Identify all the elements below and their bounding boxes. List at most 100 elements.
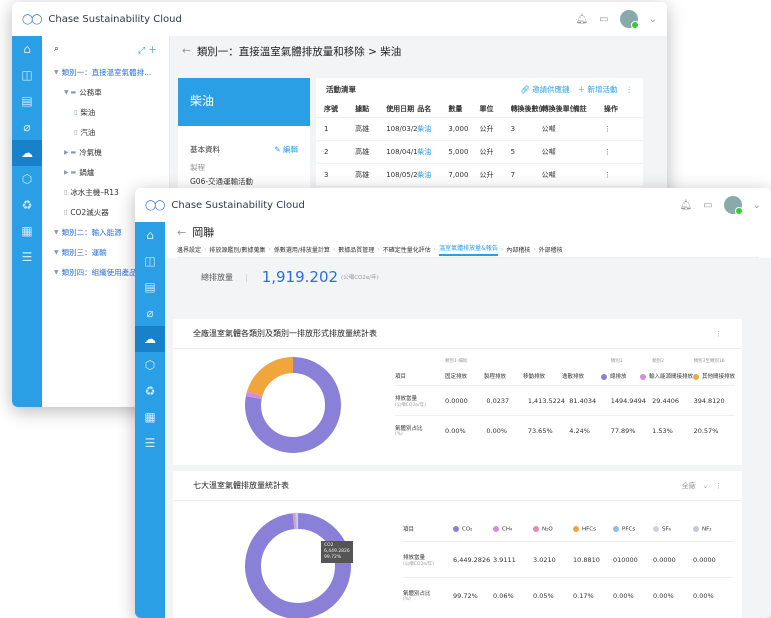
- legend-dot: [533, 525, 539, 532]
- chat-icon[interactable]: ▭: [599, 14, 608, 25]
- step-tab[interactable]: 溫室氣體排放量&報告: [439, 243, 498, 256]
- avatar[interactable]: [723, 196, 743, 215]
- step-tab[interactable]: 邊界設定: [177, 245, 201, 254]
- home-icon[interactable]: ⌂: [135, 222, 165, 248]
- avatar[interactable]: [619, 10, 639, 29]
- group-label: 類別2: [652, 359, 665, 364]
- search-icon[interactable]: ⌕: [54, 44, 59, 54]
- scope-select[interactable]: 全廠 ⌄ ⋮: [682, 481, 722, 491]
- home-icon[interactable]: ⌂: [12, 36, 42, 62]
- invite-button[interactable]: 🔗︎ 邀請供應鏈: [520, 84, 569, 95]
- sliders-icon[interactable]: ☰: [12, 244, 42, 270]
- header-text: 項目: [395, 374, 407, 380]
- step-separator: ›: [377, 246, 380, 253]
- table-cell: 公噸: [541, 171, 556, 179]
- logo-icon: ◯◯: [145, 199, 165, 211]
- donut-slice[interactable]: [245, 513, 351, 618]
- donut-tooltip: CO2 6,449.2826 99.72%: [321, 541, 353, 563]
- table-cell: 3.0210: [533, 555, 556, 564]
- table-cell[interactable]: 柴油: [417, 124, 448, 134]
- leaf-icon[interactable]: ⌀: [12, 114, 42, 140]
- chevron-down-icon[interactable]: ⌄: [649, 14, 657, 25]
- tree-node-icon: ▯: [64, 208, 68, 216]
- column-header: 數量: [448, 104, 463, 113]
- column-header: 固定排放: [445, 372, 484, 380]
- tree-item[interactable]: ▶ ▬ 鍋爐: [42, 162, 169, 182]
- clipboard-icon[interactable]: ▦: [135, 404, 165, 430]
- legend-dot: [493, 525, 499, 532]
- step-tab[interactable]: 不確定性量化評估: [383, 245, 431, 254]
- sliders-icon[interactable]: ☰: [135, 430, 165, 456]
- column-header: 據點: [355, 104, 370, 113]
- category-stats-card: 全廠溫室氣體各類別及類別一排放形式排放量統計表 ⋮ 類別1-細則 類別1 類別2 類別3…: [173, 319, 742, 465]
- tree-item[interactable]: ▼ ▬ 公務車: [42, 82, 169, 102]
- row-label: 氣體別占比 (%): [403, 589, 453, 602]
- bell-icon[interactable]: 🔔︎: [575, 14, 588, 25]
- table-cell[interactable]: 柴油: [417, 147, 448, 157]
- step-separator: ›: [204, 246, 207, 253]
- legend-dot: [692, 373, 699, 380]
- more-icon[interactable]: ⋮: [715, 330, 722, 338]
- step-separator: ›: [500, 246, 504, 253]
- header-text: CH₄: [502, 526, 513, 533]
- table-cell[interactable]: ⋮: [604, 148, 635, 156]
- doc-icon[interactable]: ▤: [12, 88, 42, 114]
- tree-item[interactable]: ▶ ▬ 冷氣機: [42, 142, 169, 162]
- edit-label: 編輯: [283, 144, 298, 154]
- table-cell: 20.57%: [693, 426, 719, 435]
- page-title: 類別一：直接溫室氣體排放量和移除 > 柴油: [196, 45, 402, 58]
- table-row[interactable]: 2 高雄 108/04/11柴油5,000 公升 5 公噸 ⋮: [316, 141, 643, 164]
- tree-node-icon: ▼: [54, 248, 59, 256]
- total-emission: 總排放量 | 1,919.202 (公噸CO2e/年): [201, 268, 379, 286]
- layers-icon[interactable]: ◫: [135, 248, 165, 274]
- step-tab[interactable]: 數據品質管理: [338, 245, 374, 254]
- step-tab[interactable]: 外部稽核: [539, 245, 563, 254]
- add-activity-button[interactable]: ＋ 新增活動: [578, 84, 618, 95]
- tree-node-icon: ▯: [64, 188, 68, 196]
- expand-add-icons[interactable]: ⤢ ＋: [138, 43, 157, 56]
- tree-node-icon: ▼: [54, 68, 59, 76]
- table-cell[interactable]: 柴油: [417, 170, 448, 180]
- cloud-icon[interactable]: ☁: [135, 326, 165, 352]
- table-cell[interactable]: ⋮: [604, 171, 635, 179]
- group-labels: 類別1-細則 類別1 類別2 類別3至類別16: [395, 355, 735, 367]
- table-cell: 4.24%: [569, 426, 590, 435]
- tree-item[interactable]: ▼ 類別一：直接溫室氣體排...: [42, 62, 169, 82]
- step-tab[interactable]: 內部稽核: [506, 245, 530, 254]
- recycle-icon[interactable]: ♻: [135, 378, 165, 404]
- gas-donut-chart: [245, 513, 351, 618]
- edit-button[interactable]: ✎ 編輯: [274, 144, 298, 155]
- table-row: 排放當量 (公噸CO2e/年) 6,449.2826 3.9111 3.0210 10.8…: [403, 541, 733, 577]
- back-arrow-icon[interactable]: ←: [177, 226, 186, 239]
- clipboard-icon[interactable]: ▦: [12, 218, 42, 244]
- recycle-icon[interactable]: ♻: [12, 192, 42, 218]
- total-label: 總排放量: [201, 272, 233, 282]
- table-row[interactable]: 1 高雄 108/03/23柴油3,000 公升 3 公噸 ⋮: [316, 118, 643, 141]
- layers-icon[interactable]: ◫: [12, 62, 42, 88]
- leaf-icon[interactable]: ⌀: [135, 300, 165, 326]
- tree-item[interactable]: ▯ 汽油: [42, 122, 169, 142]
- step-separator: ›: [533, 246, 536, 253]
- chat-icon[interactable]: ▭: [703, 200, 712, 211]
- table-cell: 公升: [479, 148, 494, 156]
- cube-icon[interactable]: ⬡: [135, 352, 165, 378]
- bell-icon[interactable]: 🔔︎: [679, 200, 692, 211]
- column-header: 使用日期: [386, 104, 415, 113]
- total-unit: (公噸CO2e/年): [341, 275, 379, 281]
- cube-icon[interactable]: ⬡: [12, 166, 42, 192]
- back-arrow-icon[interactable]: ←: [182, 45, 191, 57]
- tree-item[interactable]: ▯ 柴油: [42, 102, 169, 122]
- step-tab[interactable]: 係數選用/排放量計算: [274, 245, 330, 254]
- step-tab[interactable]: 排放源鑑別/數據蒐集: [209, 245, 265, 254]
- doc-icon[interactable]: ▤: [135, 274, 165, 300]
- title-bar: ◯◯ Chase Sustainability Cloud 🔔︎ ▭ ⌄: [12, 2, 667, 36]
- more-icon[interactable]: ⋮: [626, 85, 634, 94]
- step-separator: ›: [433, 246, 437, 253]
- tree-node-icon: ▯: [74, 108, 78, 116]
- table-cell[interactable]: ⋮: [604, 125, 635, 133]
- table-cell: 3,000: [448, 125, 469, 133]
- table-row[interactable]: 3 高雄 108/05/25柴油7,000 公升 7 公噸 ⋮: [316, 164, 643, 187]
- table-cell: 81.4034: [569, 396, 597, 405]
- chevron-down-icon[interactable]: ⌄: [753, 200, 761, 211]
- cloud-icon[interactable]: ☁: [12, 140, 42, 166]
